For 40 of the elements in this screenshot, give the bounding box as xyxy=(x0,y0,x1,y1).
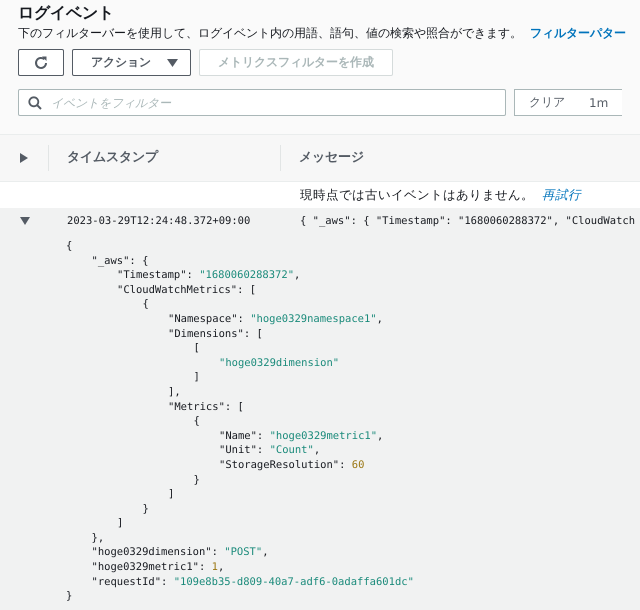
json-line: ] xyxy=(117,516,124,531)
json-line: "Dimensions": [ xyxy=(168,326,263,342)
json-line: "Namespace": "hoge0329namespace1", xyxy=(168,312,383,327)
json-line: { xyxy=(142,297,149,312)
collapse-icon[interactable] xyxy=(20,217,30,225)
refresh-icon xyxy=(33,54,49,70)
json-line: ], xyxy=(168,384,181,400)
json-line: "Unit": "Count", xyxy=(219,443,320,458)
json-line: "requestId": "109e8b35-d809-40a7-adf6-0adaffa601dc" xyxy=(92,574,414,590)
json-line: "hoge0329dimension" xyxy=(219,356,340,370)
json-line: }, xyxy=(92,530,104,546)
actions-button[interactable]: アクション xyxy=(72,49,191,76)
refresh-button[interactable] xyxy=(18,49,64,76)
search-field[interactable]: イベントをフィルター xyxy=(18,89,506,116)
json-line: "hoge0329dimension": "POST", xyxy=(92,545,269,560)
json-line: "_aws": { xyxy=(92,254,148,268)
json-line: ] xyxy=(194,370,200,385)
column-header[interactable]: タイムスタンプ xyxy=(48,145,280,171)
message-cell-text: { "_aws": { "Timestamp": "1680060288372", "CloudWatch xyxy=(300,215,636,227)
json-line: [ xyxy=(194,341,200,356)
json-line: ] xyxy=(168,487,174,502)
timestamp-cell-text: 2023-03-29T12:24:48.372+09:00 xyxy=(66,215,252,227)
column-header[interactable]: メッセージ xyxy=(280,145,640,171)
json-line: "Name": "hoge0329metric1", xyxy=(219,428,384,444)
json-line: "StorageResolution": 60 xyxy=(219,458,364,472)
json-line: { xyxy=(66,239,72,254)
json-line: { xyxy=(194,414,200,429)
caret-icon xyxy=(167,58,178,66)
json-line: "hoge0329metric1": 1, xyxy=(92,560,224,575)
json-line: } xyxy=(194,472,200,488)
json-line: "Metrics": [ xyxy=(168,400,244,414)
page-title: ログイベント xyxy=(18,3,115,23)
json-line: "CloudWatchMetrics": [ xyxy=(117,282,256,298)
json-line: "Timestamp": "1680060288372", xyxy=(117,268,300,283)
no-older-events-message: 現時点では古いイベントはありません。 再試行 xyxy=(300,186,581,204)
retry-link[interactable]: 再試行 xyxy=(542,186,581,202)
expand-all-icon[interactable] xyxy=(20,153,28,163)
json-line: } xyxy=(66,589,72,604)
json-line: } xyxy=(142,502,149,516)
filter-pattern-link[interactable]: フィルターパター xyxy=(530,26,626,40)
